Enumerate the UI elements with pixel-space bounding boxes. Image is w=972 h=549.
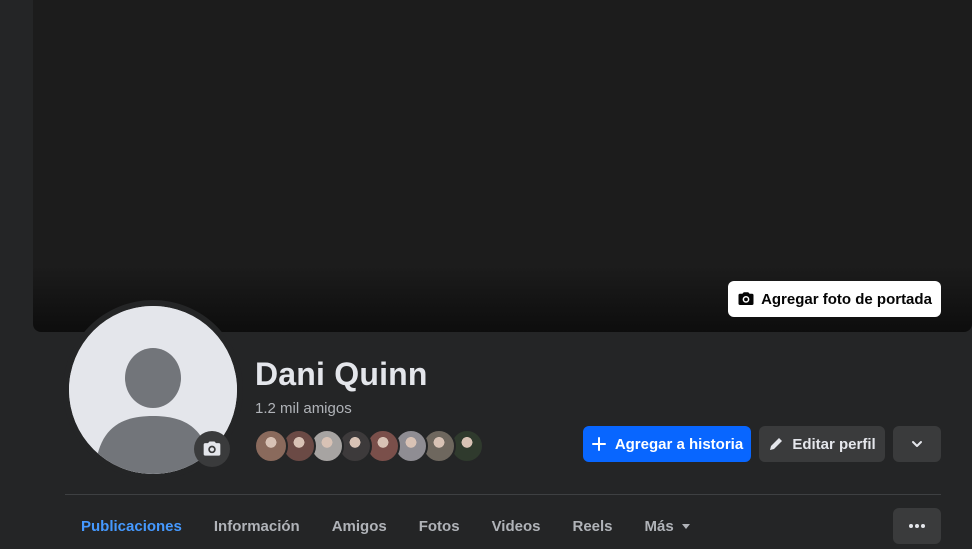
tab-label: Amigos (331, 517, 387, 535)
ellipsis-icon (909, 524, 925, 528)
add-to-story-label: Agregar a historia (614, 435, 744, 453)
tab-label: Videos (491, 517, 541, 535)
tab-label: Más (644, 517, 674, 535)
divider (65, 494, 941, 495)
friend-avatar-1[interactable] (254, 429, 288, 463)
camera-icon (738, 292, 754, 305)
profile-name: Dani Quinn (255, 356, 428, 392)
tab-fotos[interactable]: Fotos (403, 508, 476, 544)
add-cover-photo-label: Agregar foto de portada (761, 290, 932, 308)
caret-down-icon (681, 523, 690, 529)
tab-label: Fotos (418, 517, 460, 535)
friends-count-link[interactable]: 1.2 mil amigos (255, 400, 352, 417)
add-to-story-button[interactable]: Agregar a historia (583, 426, 751, 462)
plus-icon (591, 437, 606, 451)
pencil-icon (770, 438, 783, 450)
edit-profile-label: Editar perfil (792, 435, 876, 453)
tab-publicaciones[interactable]: Publicaciones (65, 508, 198, 544)
tab-reels[interactable]: Reels (556, 508, 628, 544)
chevron-down-icon (912, 441, 922, 447)
edit-profile-button[interactable]: Editar perfil (759, 426, 885, 462)
camera-icon (203, 441, 221, 456)
friend-avatars-stack (254, 429, 494, 463)
tab-mas[interactable]: Más (629, 508, 706, 544)
tab-amigos[interactable]: Amigos (316, 508, 403, 544)
tab-label: Reels (572, 517, 613, 535)
expand-profile-menu-button[interactable] (893, 426, 941, 462)
profile-tabs: Publicaciones Información Amigos Fotos V… (65, 508, 706, 544)
tab-videos[interactable]: Videos (476, 508, 557, 544)
tab-informacion[interactable]: Información (198, 508, 316, 544)
tab-label: Publicaciones (81, 517, 182, 535)
more-options-button[interactable] (893, 508, 941, 544)
add-cover-photo-button[interactable]: Agregar foto de portada (728, 281, 941, 317)
tab-label: Información (213, 517, 300, 535)
update-profile-picture-button[interactable] (194, 431, 230, 467)
